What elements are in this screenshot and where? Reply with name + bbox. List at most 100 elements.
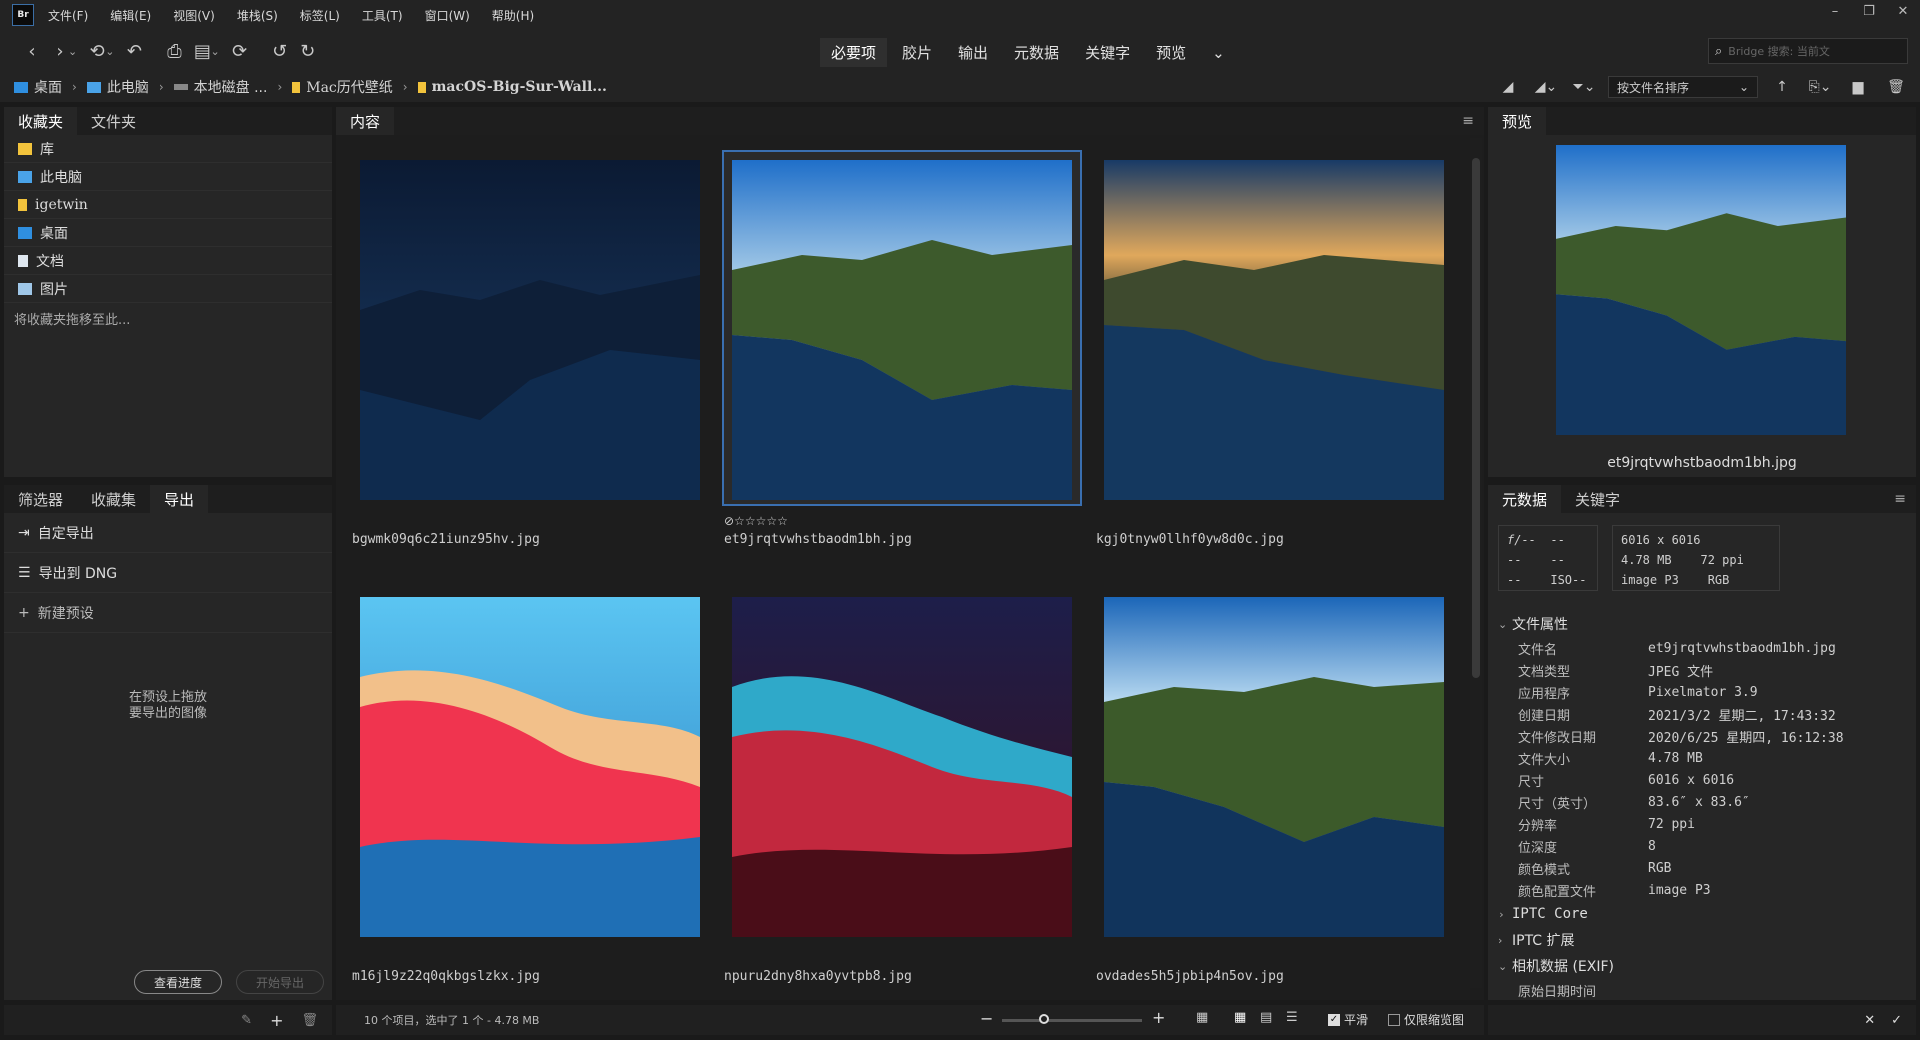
thumbnail-size-slider[interactable] (1002, 1019, 1142, 1022)
workspace-essentials[interactable]: 必要项 (820, 38, 888, 67)
favorite-desktop[interactable]: 桌面 (4, 219, 332, 247)
tab-folders[interactable]: 文件夹 (77, 107, 150, 135)
thumbnail-cell[interactable] (352, 589, 708, 941)
metadata-value[interactable]: 8 (1648, 839, 1656, 854)
thumbnail-filename[interactable]: kgj0tnyw0llhf0yw8d0c.jpg (1096, 532, 1284, 547)
tab-metadata[interactable]: 元数据 (1488, 485, 1562, 513)
metadata-value[interactable]: 2021/3/2 星期二, 17:43:32 (1648, 705, 1836, 724)
thumbnail-view-icon[interactable]: ▦ (1234, 1010, 1246, 1025)
sort-ascending-icon[interactable]: ↑ (1768, 79, 1796, 95)
new-folder-icon[interactable]: ▆ (1844, 79, 1872, 95)
tab-collections[interactable]: 收藏集 (77, 485, 150, 513)
add-icon[interactable]: + (270, 1011, 283, 1030)
breadcrumb-disk[interactable]: 本地磁盘 ... (173, 77, 267, 97)
metadata-value[interactable]: et9jrqtvwhstbaodm1bh.jpg (1648, 641, 1836, 656)
menu-edit[interactable]: 编辑(E) (110, 7, 151, 24)
minimize-icon[interactable]: – (1818, 0, 1852, 22)
preview-image[interactable] (1556, 145, 1846, 435)
grid-lock-icon[interactable]: ▦ (1196, 1010, 1208, 1025)
tab-content[interactable]: 内容 (336, 107, 395, 135)
menu-file[interactable]: 文件(F) (48, 7, 88, 24)
tab-preview[interactable]: 预览 (1488, 107, 1547, 135)
thumbnail-only-checkbox[interactable]: 仅限缩览图 (1388, 1011, 1464, 1028)
thumbnail-cell[interactable] (352, 152, 708, 504)
metadata-value[interactable]: JPEG 文件 (1648, 661, 1713, 680)
thumbnail-cell[interactable] (1096, 589, 1452, 941)
sort-select[interactable]: 按文件名排序 ⌄ (1608, 76, 1758, 98)
rotate-left-icon[interactable]: ↺ (266, 41, 294, 62)
zoom-out-icon[interactable]: − (980, 1009, 993, 1028)
panel-menu-icon[interactable]: ≡ (1462, 113, 1474, 129)
thumbnail-cell[interactable] (1096, 152, 1452, 504)
chevron-down-icon[interactable]: ⌄ (68, 45, 77, 58)
menu-tools[interactable]: 工具(T) (362, 7, 403, 24)
thumbnail-filename[interactable]: npuru2dny8hxa0yvtpb8.jpg (724, 969, 912, 984)
trash-icon[interactable]: 🗑 (1882, 79, 1910, 95)
breadcrumb-folder[interactable]: Mac历代壁纸 (292, 77, 393, 97)
camera-download-icon[interactable]: ⎙ (160, 41, 188, 62)
export-new-preset[interactable]: + 新建预设 (4, 593, 332, 633)
metadata-value[interactable]: 72 ppi (1648, 817, 1695, 832)
workspace-output[interactable]: 输出 (947, 38, 999, 67)
thumbnail-filename[interactable]: et9jrqtvwhstbaodm1bh.jpg (724, 532, 912, 547)
view-progress-button[interactable]: 查看进度 (134, 970, 222, 994)
workspace-metadata[interactable]: 元数据 (1003, 38, 1070, 67)
favorite-library[interactable]: 库 (4, 135, 332, 163)
section-exif[interactable]: ⌄ 相机数据 (EXIF) (1488, 953, 1908, 979)
sync-icon[interactable]: ⟳ (226, 41, 254, 62)
slider-knob[interactable] (1039, 1014, 1049, 1024)
breadcrumb-desktop[interactable]: 桌面 (14, 77, 62, 97)
list-view-icon[interactable]: ☰ (1286, 1010, 1298, 1025)
recent-files-icon[interactable]: ⎘⌄ (1806, 79, 1834, 95)
start-export-button[interactable]: 开始导出 (236, 970, 324, 994)
workspace-keywords[interactable]: 关键字 (1074, 38, 1141, 67)
apply-icon[interactable]: ✓ (1891, 1013, 1902, 1028)
tab-keywords[interactable]: 关键字 (1561, 485, 1634, 513)
chevron-down-icon[interactable]: ⌄ (105, 45, 114, 58)
section-iptc-core[interactable]: › IPTC Core (1488, 901, 1908, 927)
thumbnail-filename[interactable]: bgwmk09q6c21iunz95hv.jpg (352, 532, 540, 547)
quality-icon[interactable]: ◢ (1494, 79, 1522, 95)
metadata-value[interactable]: image P3 (1648, 883, 1711, 898)
workspace-filmstrip[interactable]: 胶片 (891, 38, 943, 67)
workspace-preview[interactable]: 预览 (1145, 38, 1197, 67)
breadcrumb-pc[interactable]: 此电脑 (86, 77, 149, 97)
boomerang-icon[interactable]: ↶ (120, 41, 148, 62)
breadcrumb-current-folder[interactable]: macOS-Big-Sur-Wall... (417, 79, 607, 95)
menu-stack[interactable]: 堆栈(S) (237, 7, 278, 24)
menu-help[interactable]: 帮助(H) (492, 7, 534, 24)
restore-icon[interactable]: ❐ (1852, 0, 1886, 22)
workspace-more-chevron-icon[interactable]: ⌄ (1201, 40, 1236, 66)
filter-icon[interactable]: ⏷⌄ (1570, 79, 1598, 95)
thumbnail-filename[interactable]: ovdades5h5jpbip4n5ov.jpg (1096, 969, 1284, 984)
rating-filter-icon[interactable]: ◢⌄ (1532, 79, 1560, 95)
export-dng[interactable]: ☰ 导出到 DNG (4, 553, 332, 593)
chevron-down-icon[interactable]: ⌄ (210, 45, 219, 58)
metadata-value[interactable]: RGB (1648, 861, 1671, 876)
back-icon[interactable]: ‹ (18, 41, 46, 62)
menu-view[interactable]: 视图(V) (173, 7, 215, 24)
metadata-value[interactable]: 83.6″ x 83.6″ (1648, 795, 1750, 810)
tab-export[interactable]: 导出 (150, 485, 209, 513)
cancel-icon[interactable]: ✕ (1864, 1013, 1875, 1028)
favorite-documents[interactable]: 文档 (4, 247, 332, 275)
thumbnail-cell[interactable] (724, 589, 1080, 941)
export-custom[interactable]: ⇥ 自定导出 (4, 513, 332, 553)
rotate-right-icon[interactable]: ↻ (294, 41, 322, 62)
content-scrollbar[interactable] (1470, 138, 1482, 988)
metadata-value[interactable]: 6016 x 6016 (1648, 773, 1734, 788)
edit-icon[interactable]: ✎ (241, 1013, 252, 1028)
detail-view-icon[interactable]: ▤ (1260, 1010, 1272, 1025)
menu-label[interactable]: 标签(L) (300, 7, 340, 24)
thumbnail-cell-selected[interactable] (722, 150, 1082, 506)
scrollbar-thumb[interactable] (1472, 158, 1480, 678)
thumbnail-filename[interactable]: m16jl9z22q0qkbgslzkx.jpg (352, 969, 540, 984)
metadata-value[interactable]: 2020/6/25 星期四, 16:12:38 (1648, 727, 1844, 746)
metadata-value[interactable]: Pixelmator 3.9 (1648, 685, 1758, 700)
rating-stars[interactable]: ⊘☆☆☆☆☆ (724, 514, 788, 528)
smooth-checkbox[interactable]: ✓ 平滑 (1328, 1011, 1368, 1028)
menu-window[interactable]: 窗口(W) (425, 7, 470, 24)
zoom-in-icon[interactable]: + (1152, 1008, 1165, 1027)
favorite-pc[interactable]: 此电脑 (4, 163, 332, 191)
section-iptc-ext[interactable]: › IPTC 扩展 (1488, 927, 1908, 953)
